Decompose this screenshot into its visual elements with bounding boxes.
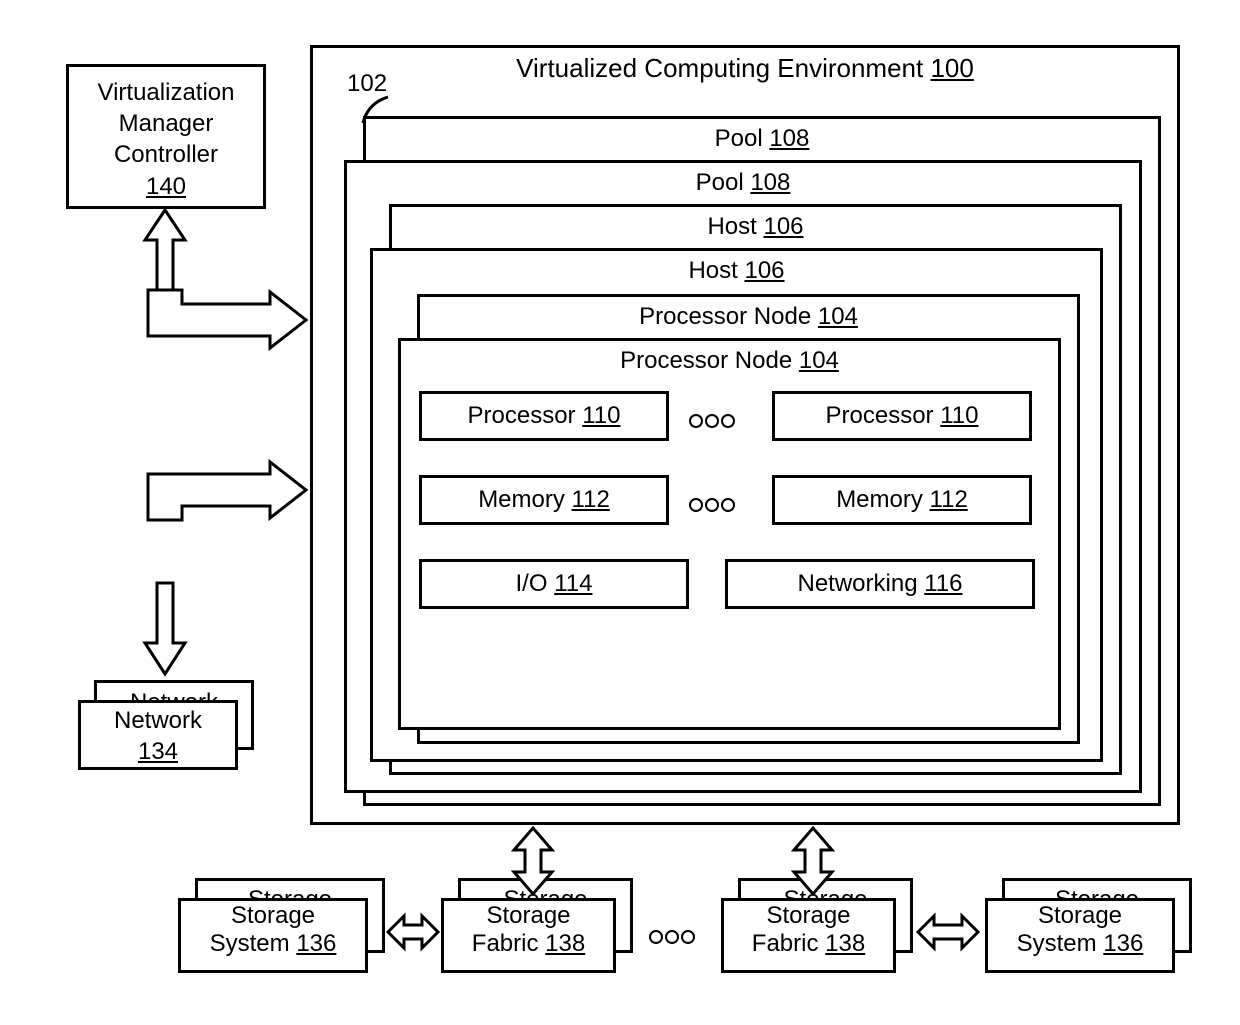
arrow-env-to-fabric-left	[510, 828, 556, 894]
arrow-to-environment-bottom	[148, 460, 308, 520]
arrow-storage-left	[388, 912, 438, 952]
storage-system-left-front: Storage System 136	[178, 898, 368, 973]
processor-right-box: Processor 110	[772, 391, 1032, 441]
memory-right-box: Memory 112	[772, 475, 1032, 525]
processor-left-box: Processor 110	[419, 391, 669, 441]
storage-system-right-front: Storage System 136	[985, 898, 1175, 973]
storage-fabric-ellipsis	[648, 920, 696, 951]
pnode-back-title: Processor Node 104	[420, 297, 1077, 332]
host-front-title: Host 106	[373, 251, 1100, 286]
host-back-title: Host 106	[392, 207, 1119, 242]
controller-box: Virtualization Manager Controller140	[66, 64, 266, 209]
controller-label: Virtualization Manager Controller140	[69, 73, 263, 202]
processor-ellipsis	[688, 404, 736, 435]
arrow-env-to-fabric-right	[790, 828, 836, 894]
network-box-front: Network134	[78, 700, 238, 770]
arrow-storage-right	[918, 912, 978, 952]
networking-box: Networking 116	[725, 559, 1035, 609]
arrow-controller-up	[140, 210, 190, 298]
environment-title: Virtualized Computing Environment 100	[313, 48, 1177, 86]
storage-fabric-right-front: Storage Fabric 138	[721, 898, 896, 973]
memory-left-box: Memory 112	[419, 475, 669, 525]
callout-102: 102	[347, 70, 387, 98]
arrow-to-environment-top	[148, 290, 308, 350]
arrow-controller-down	[140, 583, 190, 676]
storage-fabric-left-front: Storage Fabric 138	[441, 898, 616, 973]
memory-ellipsis	[688, 488, 736, 519]
io-box: I/O 114	[419, 559, 689, 609]
pnode-front-title: Processor Node 104	[401, 341, 1058, 376]
pool-front-title: Pool 108	[347, 163, 1139, 198]
pool-back-title: Pool 108	[366, 119, 1158, 154]
